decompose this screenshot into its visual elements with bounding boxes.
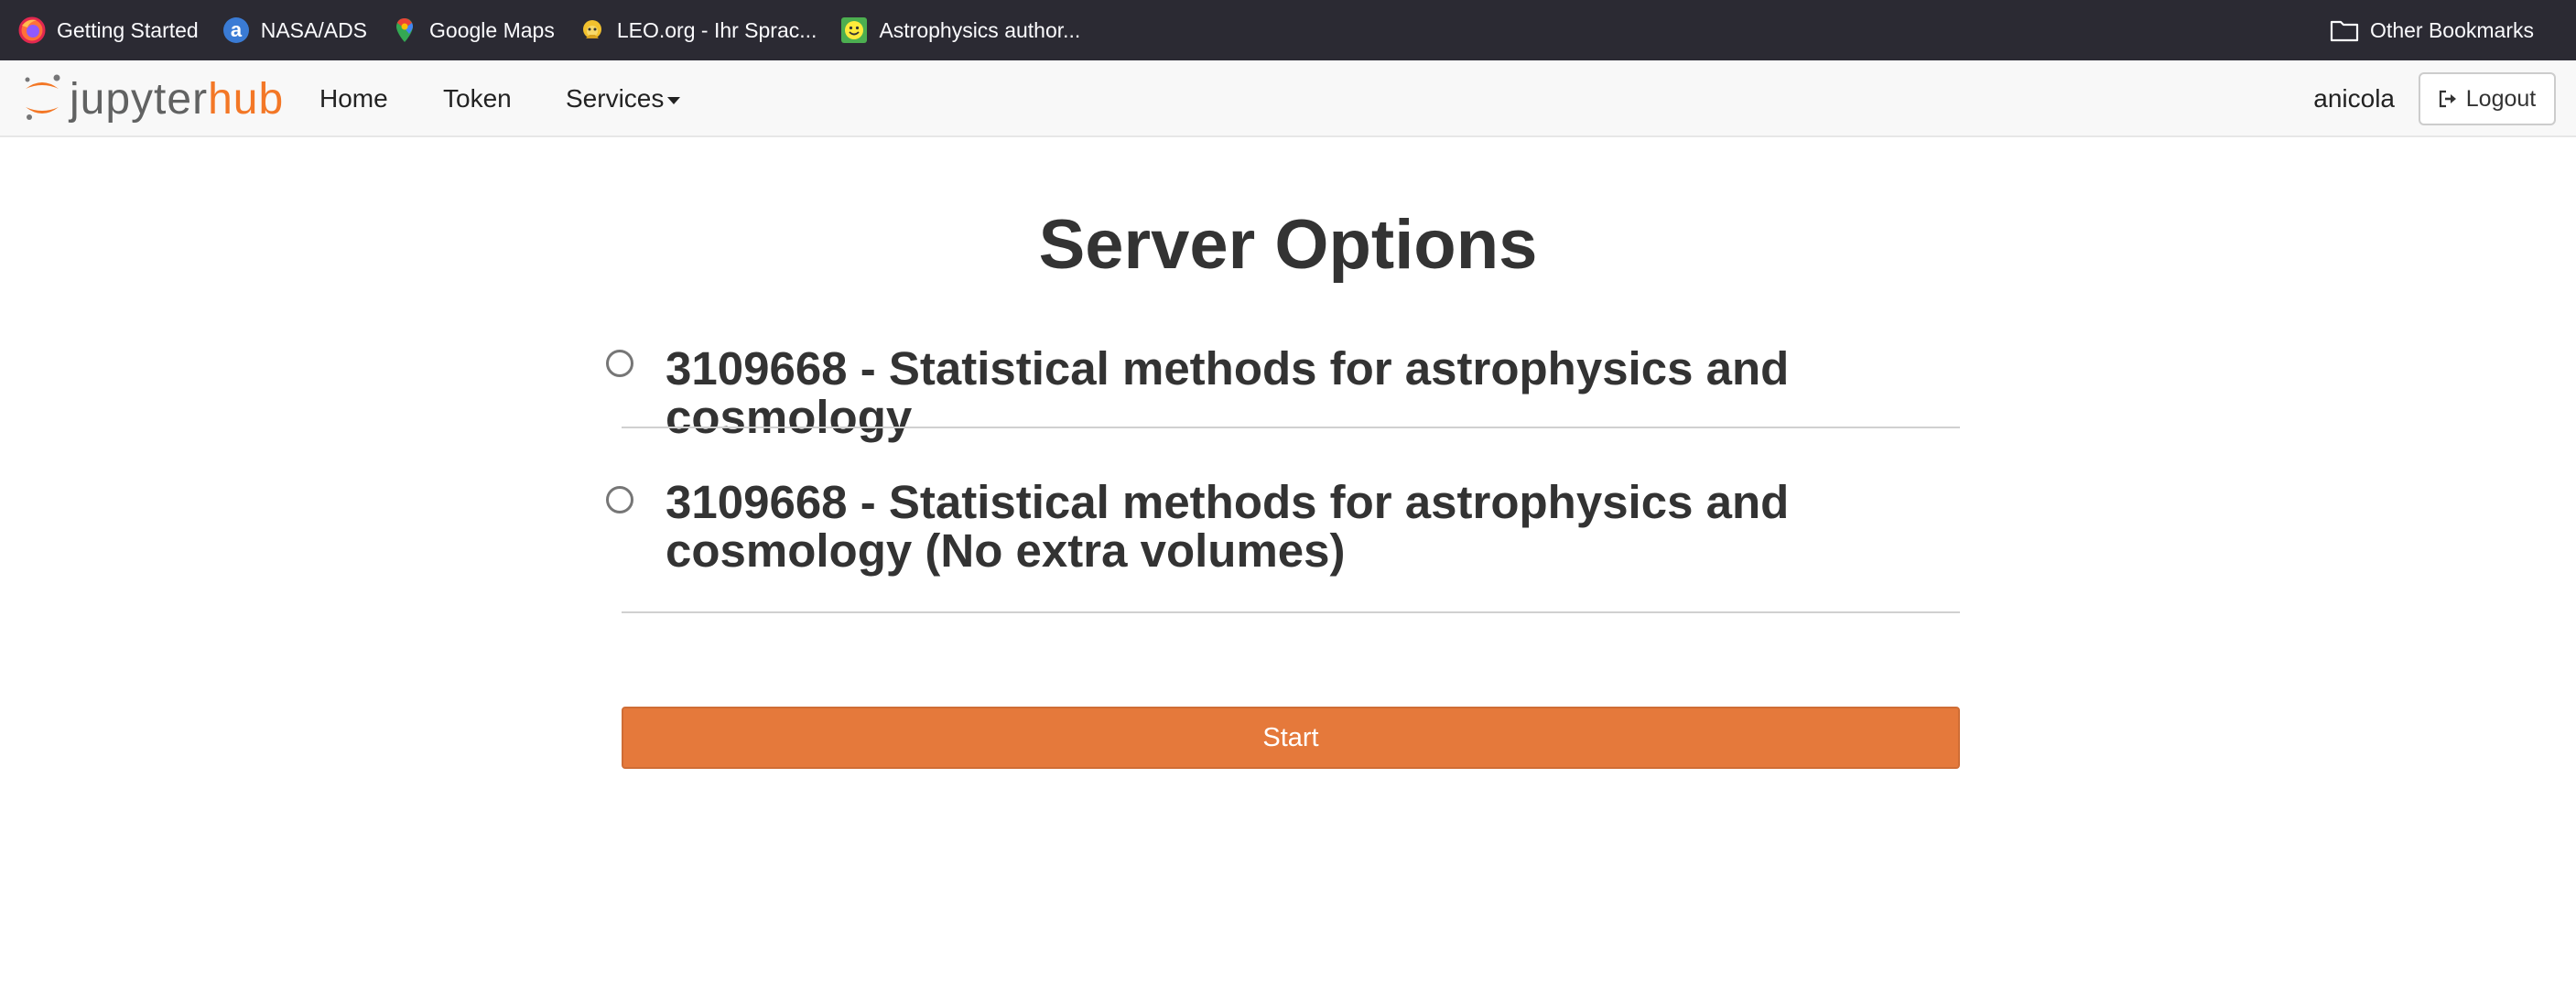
option-divider xyxy=(622,427,1960,428)
server-option-radio[interactable] xyxy=(606,486,633,513)
logout-button[interactable]: Logout xyxy=(2419,72,2556,125)
nav-services-label: Services xyxy=(566,84,665,113)
bookmark-label: Astrophysics author... xyxy=(879,17,1081,42)
svg-text:a: a xyxy=(231,18,243,41)
bookmark-label: LEO.org - Ihr Sprac... xyxy=(616,17,817,42)
option-divider xyxy=(622,611,1960,613)
bookmark-getting-started[interactable]: Getting Started xyxy=(18,0,199,60)
start-button[interactable]: Start xyxy=(622,707,1960,769)
bookmark-label: Getting Started xyxy=(57,17,199,42)
sign-out-icon xyxy=(2439,90,2456,108)
nav-token[interactable]: Token xyxy=(443,60,512,137)
caret-down-icon xyxy=(667,96,681,104)
bookmarks-bar: Getting Started a NASA/ADS Google Maps L… xyxy=(0,0,2576,60)
bookmark-label: Google Maps xyxy=(429,17,555,42)
folder-icon xyxy=(2330,16,2359,44)
google-maps-icon xyxy=(391,16,418,44)
server-option-label[interactable]: 3109668 - Statistical methods for astrop… xyxy=(666,478,1965,575)
nav-home[interactable]: Home xyxy=(319,60,388,137)
logout-label: Logout xyxy=(2465,85,2537,112)
bookmark-google-maps[interactable]: Google Maps xyxy=(391,0,555,60)
server-option-radio[interactable] xyxy=(606,350,633,377)
firefox-icon xyxy=(18,16,46,44)
bookmark-astrophysics[interactable]: Astrophysics author... xyxy=(840,0,1080,60)
leo-icon xyxy=(579,16,606,44)
bookmark-other-bookmarks[interactable]: Other Bookmarks xyxy=(2330,0,2534,60)
smiley-icon xyxy=(840,16,868,44)
username: anicola xyxy=(2313,84,2395,113)
jupyter-logo-icon xyxy=(22,70,62,128)
nav-services-dropdown[interactable]: Services xyxy=(566,60,681,137)
bookmark-label: Other Bookmarks xyxy=(2370,17,2534,42)
bookmark-label: NASA/ADS xyxy=(260,17,368,42)
jupyterhub-navbar: jupyterhub Home Token Services anicola L… xyxy=(0,60,2576,137)
nasa-ads-icon: a xyxy=(222,16,250,44)
jupyterhub-logo[interactable]: jupyterhub xyxy=(22,70,284,128)
logo-wordmark: jupyterhub xyxy=(70,74,285,124)
bookmark-leo[interactable]: LEO.org - Ihr Sprac... xyxy=(579,0,817,60)
bookmark-nasa-ads[interactable]: a NASA/ADS xyxy=(222,0,367,60)
page-title: Server Options xyxy=(1038,206,1538,284)
